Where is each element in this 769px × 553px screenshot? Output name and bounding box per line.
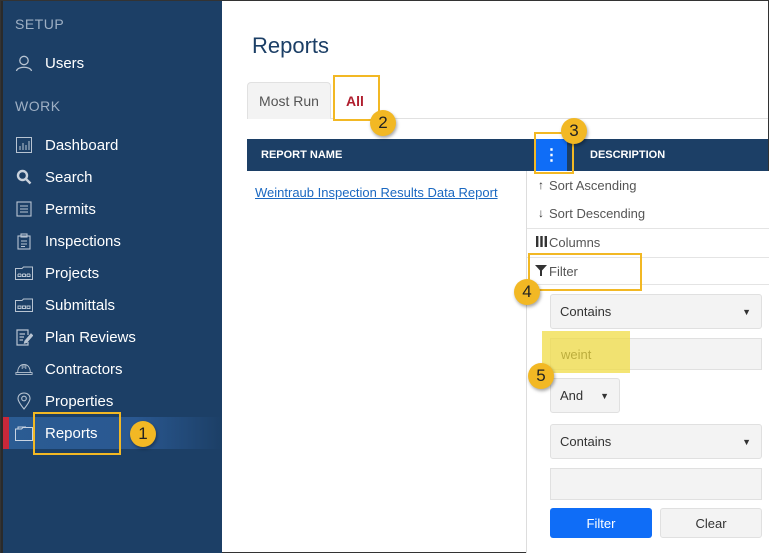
sidebar: SETUP Users WORK Dashboard Search Permit… xyxy=(1,1,222,553)
select-value: Contains xyxy=(560,434,612,449)
sidebar-item-reports[interactable]: Reports xyxy=(3,417,222,449)
sidebar-item-contractors[interactable]: Contractors xyxy=(3,353,222,385)
clipboard-icon xyxy=(15,232,33,250)
sidebar-item-label: Contractors xyxy=(45,360,123,378)
filter-button[interactable]: Filter xyxy=(550,508,652,538)
caret-down-icon: ▼ xyxy=(742,436,751,447)
folder-icon xyxy=(15,296,33,314)
filter-value-input-1[interactable]: weint xyxy=(550,338,762,370)
columns-icon xyxy=(535,235,547,250)
caret-down-icon: ▼ xyxy=(600,390,609,401)
select-value: And xyxy=(560,388,584,403)
sidebar-item-properties[interactable]: Properties xyxy=(3,385,222,417)
section-label-setup: SETUP xyxy=(15,16,65,32)
sidebar-item-label: Permits xyxy=(45,200,96,218)
caret-down-icon: ▼ xyxy=(742,306,751,317)
sidebar-item-projects[interactable]: Projects xyxy=(3,257,222,289)
menu-item-label: Filter xyxy=(549,263,578,279)
sidebar-item-search[interactable]: Search xyxy=(3,161,222,193)
chart-icon xyxy=(15,136,33,154)
hard-hat-icon xyxy=(15,360,33,378)
select-value: Contains xyxy=(560,304,612,319)
document-icon xyxy=(15,200,33,218)
menu-item-sort-descending[interactable]: ↓ Sort Descending xyxy=(527,199,769,227)
tab-bar: Most Run All xyxy=(247,82,768,119)
menu-item-filter[interactable]: Filter xyxy=(527,257,769,285)
kebab-menu-icon: ⋮ xyxy=(543,147,560,164)
filter-operator-select-2[interactable]: Contains ▼ xyxy=(550,424,762,459)
callout-badge-5: 5 xyxy=(528,363,554,389)
column-header-report-name[interactable]: REPORT NAME xyxy=(261,139,342,171)
sidebar-item-users[interactable]: Users xyxy=(3,47,222,79)
arrow-up-icon: ↑ xyxy=(538,178,544,192)
callout-badge-4: 4 xyxy=(514,279,540,305)
sidebar-item-label: Search xyxy=(45,168,93,186)
tab-all[interactable]: All xyxy=(333,82,377,119)
tab-most-run[interactable]: Most Run xyxy=(247,82,331,119)
page-title: Reports xyxy=(252,33,330,58)
column-header-description[interactable]: DESCRIPTION xyxy=(590,139,665,171)
search-icon xyxy=(15,168,33,186)
section-label-work: WORK xyxy=(15,98,61,114)
sidebar-item-label: Projects xyxy=(45,264,100,282)
menu-item-label: Sort Descending xyxy=(549,205,646,221)
sidebar-item-dashboard[interactable]: Dashboard xyxy=(3,129,222,161)
sidebar-item-submittals[interactable]: Submittals xyxy=(3,289,222,321)
column-menu-button[interactable]: ⋮ xyxy=(536,139,567,171)
sidebar-item-label: Plan Reviews xyxy=(45,328,136,346)
sidebar-item-plan-reviews[interactable]: Plan Reviews xyxy=(3,321,222,353)
menu-item-sort-ascending[interactable]: ↑ Sort Ascending xyxy=(527,171,769,199)
callout-badge-1: 1 xyxy=(130,421,156,447)
callout-badge-3: 3 xyxy=(561,118,587,144)
sidebar-item-inspections[interactable]: Inspections xyxy=(3,225,222,257)
report-link[interactable]: Weintraub Inspection Results Data Report xyxy=(255,185,498,200)
sidebar-item-permits[interactable]: Permits xyxy=(3,193,222,225)
sidebar-item-label: Submittals xyxy=(45,296,116,314)
grid-header: REPORT NAME ⋮ DESCRIPTION xyxy=(247,139,768,171)
sidebar-item-label: Inspections xyxy=(45,232,121,250)
folder-open-icon xyxy=(15,424,33,442)
arrow-down-icon: ↓ xyxy=(538,206,544,220)
clear-button[interactable]: Clear xyxy=(660,508,762,538)
user-icon xyxy=(15,54,33,72)
filter-value-input-2[interactable] xyxy=(550,468,762,500)
edit-document-icon xyxy=(15,328,33,346)
sidebar-item-label: Properties xyxy=(45,392,114,410)
column-menu-popup: ↑ Sort Ascending ↓ Sort Descending Colum… xyxy=(526,171,769,553)
callout-badge-2: 2 xyxy=(370,110,396,136)
filter-operator-select-1[interactable]: Contains ▼ xyxy=(550,294,762,329)
menu-item-label: Sort Ascending xyxy=(549,177,637,193)
sidebar-item-label: Dashboard xyxy=(45,136,119,154)
map-pin-icon xyxy=(15,392,33,410)
menu-item-columns[interactable]: Columns xyxy=(527,228,769,256)
filter-icon xyxy=(535,264,547,279)
sidebar-item-label: Reports xyxy=(45,424,98,442)
filter-logic-select[interactable]: And ▼ xyxy=(550,378,620,413)
menu-item-label: Columns xyxy=(549,234,601,250)
folder-icon xyxy=(15,264,33,282)
main-content: Reports Most Run All REPORT NAME ⋮ DESCR… xyxy=(222,1,769,553)
sidebar-item-label: Users xyxy=(45,54,85,72)
